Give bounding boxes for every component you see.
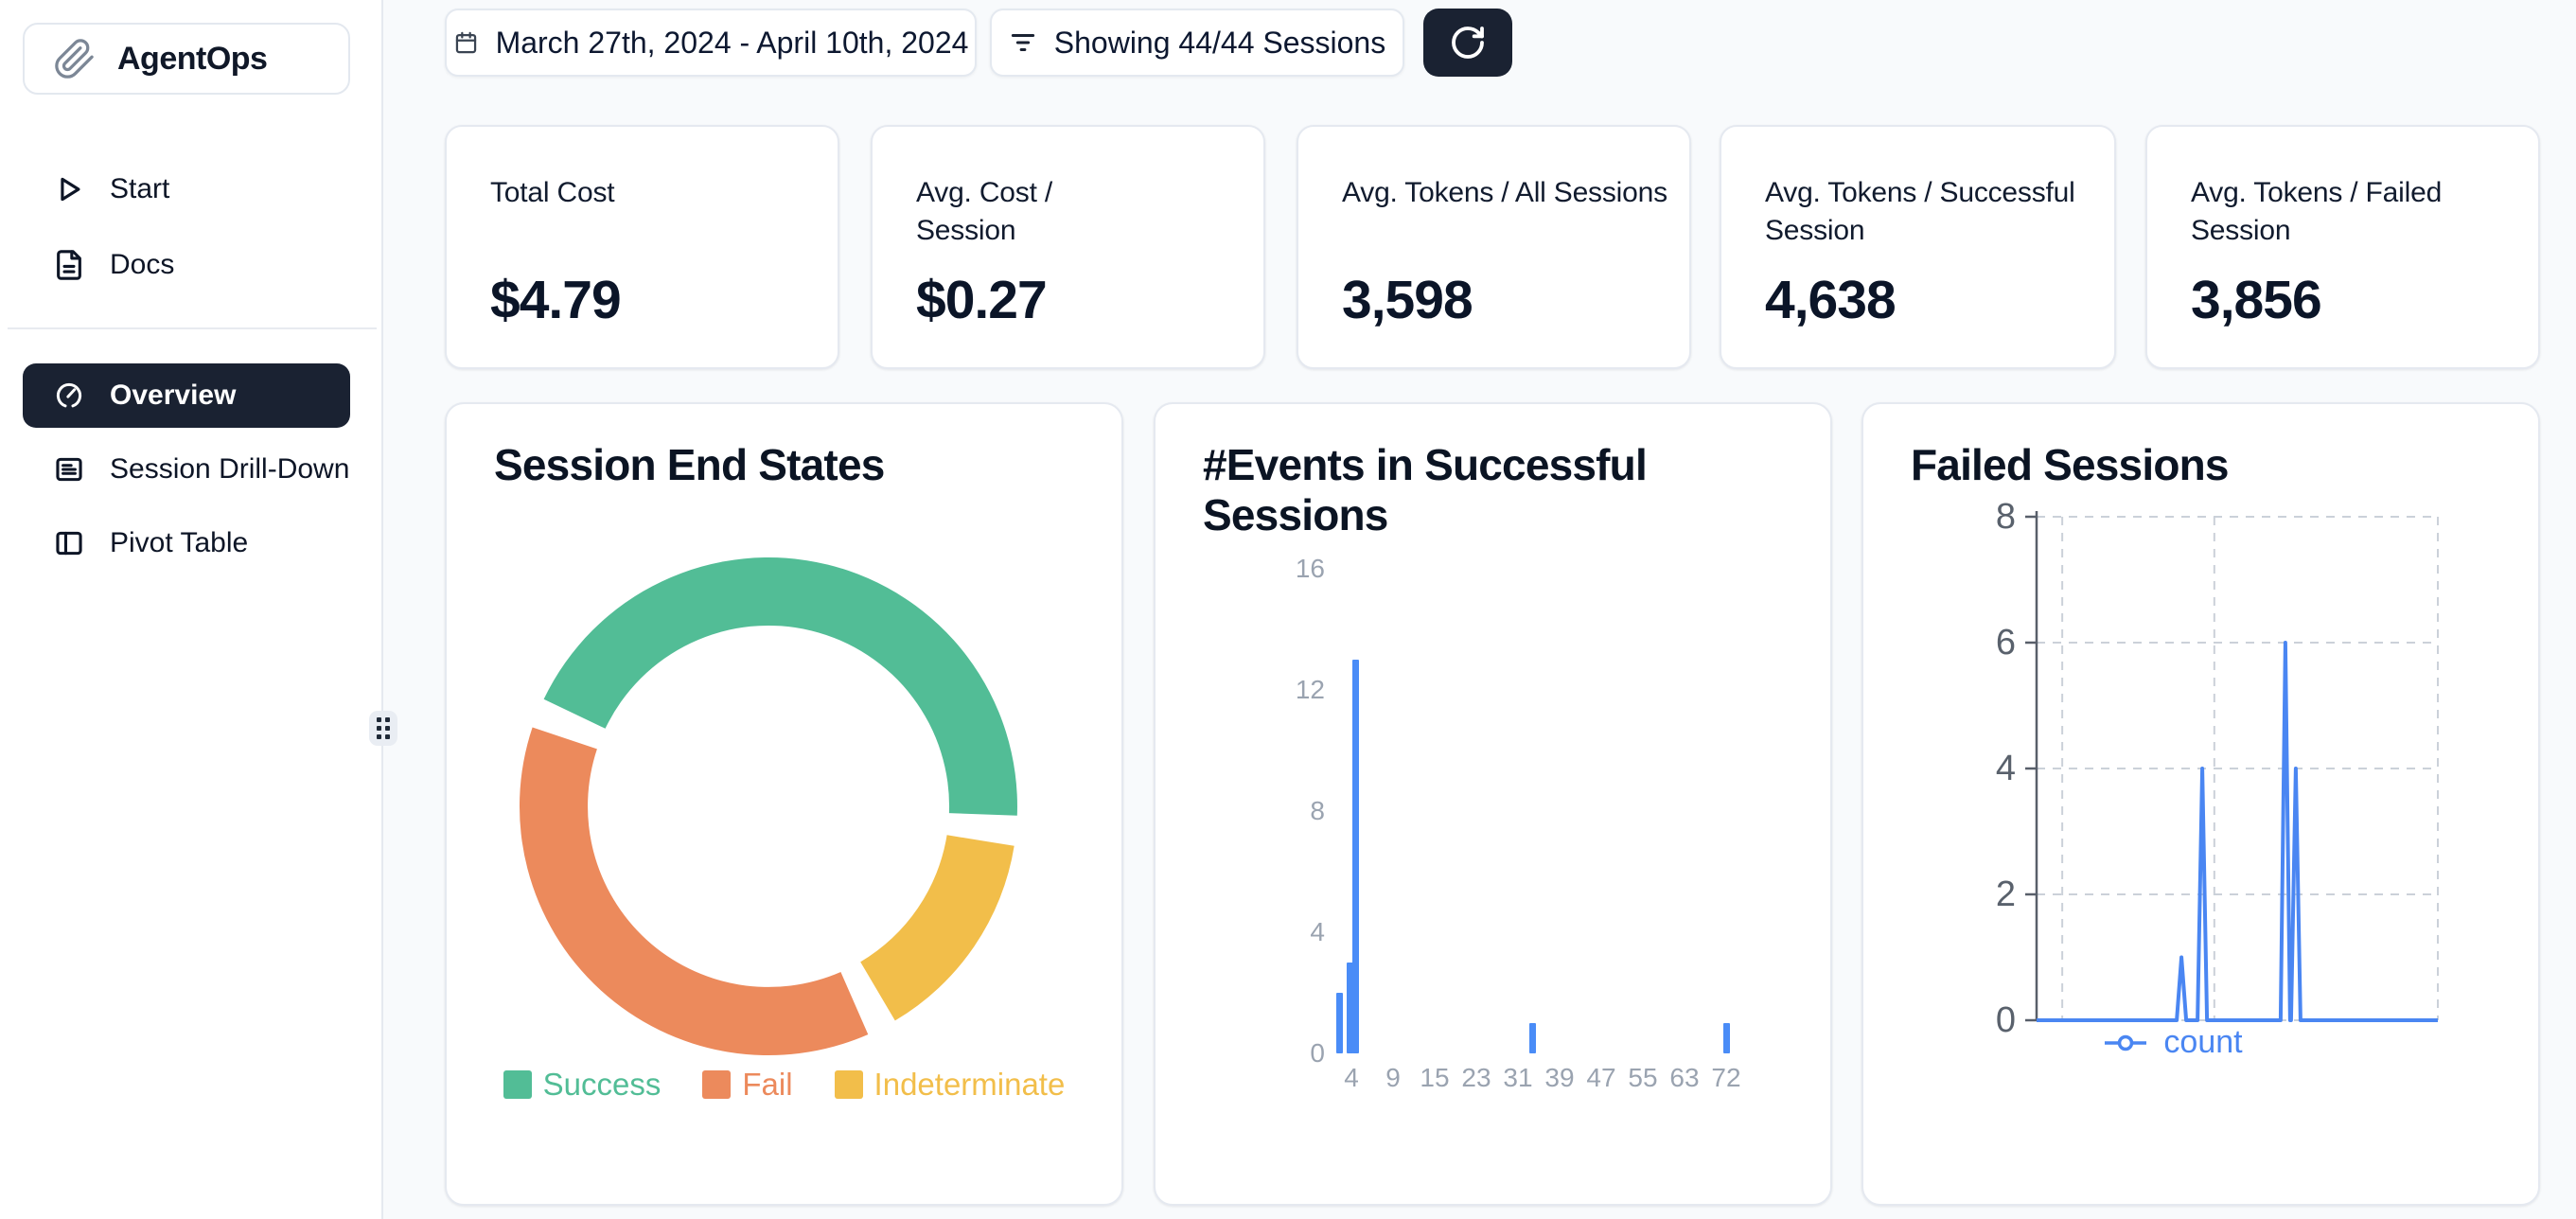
stat-card-avg-cost-session: Avg. Cost / Session $0.27: [871, 125, 1265, 369]
legend-item-success[interactable]: Success: [503, 1067, 662, 1103]
sidebar-item-label: Overview: [110, 380, 236, 412]
stat-label: Total Cost: [490, 174, 774, 212]
legend-label: Indeterminate: [874, 1067, 1066, 1103]
refresh-button[interactable]: [1423, 9, 1512, 77]
refresh-icon: [1449, 24, 1487, 62]
stat-card-total-cost: Total Cost $4.79: [445, 125, 839, 369]
stat-label: Avg. Tokens / Successful Session: [1765, 174, 2091, 250]
stat-value: 4,638: [1765, 269, 1896, 331]
legend-label: count: [2163, 1024, 2242, 1061]
sidebar: AgentOps Start Docs: [0, 0, 383, 1219]
session-end-states-card: Session End States Success Fail Indeterm…: [445, 402, 1123, 1206]
sidebar-item-start[interactable]: Start: [23, 159, 350, 220]
stat-card-avg-tokens-all: Avg. Tokens / All Sessions 3,598: [1297, 125, 1691, 369]
stat-card-avg-tokens-successful: Avg. Tokens / Successful Session 4,638: [1720, 125, 2116, 369]
failed-sessions-line-chart[interactable]: 02468: [1939, 499, 2469, 1067]
logo-text: AgentOps: [117, 41, 267, 78]
date-range-button[interactable]: March 27th, 2024 - April 10th, 2024: [445, 9, 977, 77]
svg-text:4: 4: [1996, 749, 2016, 788]
stat-card-avg-tokens-failed: Avg. Tokens / Failed Session 3,856: [2145, 125, 2540, 369]
chart-title: #Events in Successful Sessions: [1203, 440, 1752, 541]
agentops-dashboard: AgentOps Start Docs: [0, 0, 2576, 1219]
line-marker-icon: [2101, 1034, 2150, 1052]
sidebar-item-session-drill-down[interactable]: Session Drill-Down: [23, 439, 350, 500]
stat-value: 3,598: [1342, 269, 1473, 331]
stat-value: $0.27: [916, 269, 1047, 331]
sidebar-item-label: Docs: [110, 249, 174, 281]
stat-label: Avg. Tokens / Failed Session: [2191, 174, 2475, 250]
failed-sessions-card: Failed Sessions 02468 count: [1861, 402, 2540, 1206]
svg-text:6: 6: [1996, 623, 2016, 662]
pivot-table-icon: [53, 527, 85, 559]
stat-value: $4.79: [490, 269, 621, 331]
sidebar-resize-handle[interactable]: [369, 711, 397, 746]
sidebar-item-label: Session Drill-Down: [110, 453, 349, 486]
calendar-icon: [453, 30, 479, 56]
session-list-icon: [53, 453, 85, 486]
chart-title: Session End States: [494, 440, 1043, 490]
docs-icon: [53, 249, 85, 281]
logo[interactable]: AgentOps: [23, 23, 350, 95]
stat-label: Avg. Cost / Session: [916, 174, 1153, 250]
paperclip-icon: [53, 37, 97, 80]
donut-legend: Success Fail Indeterminate: [447, 1067, 1121, 1103]
svg-text:8: 8: [1996, 499, 2016, 537]
stat-value: 3,856: [2191, 269, 2321, 331]
indeterminate-swatch: [835, 1070, 863, 1099]
legend-item-fail[interactable]: Fail: [702, 1067, 792, 1103]
gauge-icon: [53, 380, 85, 412]
legend-label: Success: [543, 1067, 662, 1103]
sessions-filter-button[interactable]: Showing 44/44 Sessions: [990, 9, 1404, 77]
chart-title: Failed Sessions: [1911, 440, 2460, 490]
legend-item-indeterminate[interactable]: Indeterminate: [835, 1067, 1066, 1103]
sidebar-item-overview[interactable]: Overview: [23, 363, 350, 428]
sidebar-item-docs[interactable]: Docs: [23, 235, 350, 295]
filter-lines-icon: [1009, 28, 1037, 57]
fail-swatch: [702, 1070, 731, 1099]
sidebar-item-pivot-table[interactable]: Pivot Table: [23, 513, 350, 574]
events-successful-sessions-card: #Events in Successful Sessions 048121649…: [1154, 402, 1832, 1206]
success-swatch: [503, 1070, 532, 1099]
svg-text:2: 2: [1996, 874, 2016, 914]
stat-label: Avg. Tokens / All Sessions: [1342, 174, 1668, 212]
line-legend[interactable]: count: [1863, 1024, 2480, 1061]
legend-label: Fail: [742, 1067, 792, 1103]
play-icon: [53, 173, 85, 205]
sessions-filter-label: Showing 44/44 Sessions: [1054, 26, 1385, 61]
date-range-label: March 27th, 2024 - April 10th, 2024: [496, 26, 969, 61]
session-end-states-donut[interactable]: [503, 541, 1033, 1071]
sidebar-divider: [8, 327, 377, 329]
sidebar-item-label: Start: [110, 173, 169, 205]
sidebar-item-label: Pivot Table: [110, 527, 248, 559]
